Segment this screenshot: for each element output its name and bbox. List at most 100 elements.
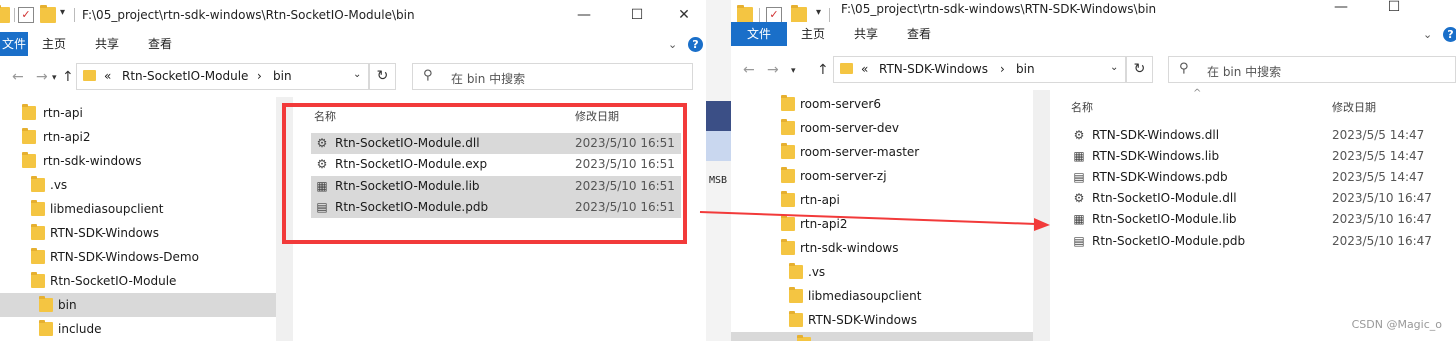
refresh-button[interactable]: ↻ bbox=[1126, 56, 1153, 83]
tree-item[interactable]: RTN-SDK-Windows bbox=[731, 308, 1033, 332]
address-bar[interactable]: « RTN-SDK-Windows › bin ⌄ bbox=[833, 56, 1126, 83]
tree-item[interactable]: libmediasoupclient bbox=[0, 197, 276, 221]
minimize-button[interactable]: — bbox=[1327, 0, 1355, 18]
breadcrumb-item[interactable]: bin bbox=[1016, 62, 1035, 76]
navigation-pane: rtn-api rtn-api2 rtn-sdk-windows .vs lib… bbox=[0, 97, 276, 341]
new-folder-icon[interactable] bbox=[40, 5, 56, 23]
back-arrow-icon[interactable]: ← bbox=[12, 69, 24, 85]
tree-item[interactable]: libmediasoupclient bbox=[731, 284, 1033, 308]
breadcrumb-item[interactable]: Rtn-SocketIO-Module bbox=[122, 69, 248, 83]
tab-view[interactable]: 查看 bbox=[148, 32, 172, 56]
tree-item[interactable]: include bbox=[0, 317, 276, 341]
folder-icon bbox=[840, 63, 853, 74]
search-placeholder: 在 bin 中搜索 bbox=[1207, 65, 1282, 79]
tree-item[interactable]: rtn-api2 bbox=[731, 212, 1033, 236]
properties-icon[interactable]: ✓ bbox=[766, 7, 782, 23]
new-folder-icon[interactable] bbox=[791, 5, 807, 23]
breadcrumb-overflow[interactable]: « bbox=[861, 62, 868, 76]
scrollbar[interactable] bbox=[1033, 90, 1050, 341]
recent-locations-icon[interactable]: ▾ bbox=[791, 66, 796, 76]
file-row[interactable]: ▦ Rtn-SocketIO-Module.lib 2023/5/10 16:4… bbox=[1068, 209, 1456, 230]
file-name: Rtn-SocketIO-Module.lib bbox=[1092, 212, 1237, 226]
right-explorer-window: ✓ ▾ F:\05_project\rtn-sdk-windows\RTN-SD… bbox=[731, 0, 1456, 341]
tree-item[interactable]: RTN-SDK-Windows-Demo bbox=[0, 245, 276, 269]
tree-item-label: Rtn-SocketIO-Module bbox=[50, 274, 177, 288]
file-row[interactable]: ▤ Rtn-SocketIO-Module.pdb 2023/5/10 16:4… bbox=[1068, 231, 1456, 252]
tree-item[interactable]: Rtn-SocketIO-Module bbox=[0, 269, 276, 293]
breadcrumb-item[interactable]: bin bbox=[273, 69, 292, 83]
tree-item[interactable]: room-server-zj bbox=[731, 164, 1033, 188]
maximize-button[interactable]: ☐ bbox=[1380, 0, 1408, 18]
maximize-button[interactable]: ☐ bbox=[623, 4, 651, 26]
chevron-down-icon[interactable]: ⌄ bbox=[668, 38, 677, 51]
tab-share[interactable]: 共享 bbox=[854, 22, 878, 46]
tree-item[interactable]: rtn-api bbox=[731, 188, 1033, 212]
folder-icon bbox=[781, 143, 795, 159]
tree-item-selected[interactable]: bin bbox=[0, 293, 276, 317]
tree-item-label: RTN-SDK-Windows bbox=[808, 313, 917, 327]
window-title: F:\05_project\rtn-sdk-windows\Rtn-Socket… bbox=[82, 8, 415, 22]
forward-arrow-icon[interactable]: → bbox=[767, 62, 779, 78]
tree-item[interactable]: rtn-sdk-windows bbox=[0, 149, 276, 173]
tree-item[interactable]: room-server6 bbox=[731, 92, 1033, 116]
tree-item[interactable]: rtn-sdk-windows bbox=[731, 236, 1033, 260]
tree-item[interactable]: RTN-SDK-Windows bbox=[0, 221, 276, 245]
up-arrow-icon[interactable]: ↑ bbox=[62, 69, 74, 85]
tab-file[interactable]: 文件 bbox=[731, 22, 787, 46]
tree-item-label: room-server-dev bbox=[800, 121, 900, 135]
file-date: 2023/5/5 14:47 bbox=[1332, 170, 1425, 184]
chevron-down-icon[interactable]: ▾ bbox=[816, 7, 821, 18]
breadcrumb-item[interactable]: RTN-SDK-Windows bbox=[879, 62, 988, 76]
folder-icon bbox=[0, 5, 10, 23]
chevron-down-icon[interactable]: ⌄ bbox=[353, 69, 361, 80]
tree-item-label: RTN-SDK-Windows-Demo bbox=[50, 250, 199, 264]
recent-locations-icon[interactable]: ▾ bbox=[52, 73, 57, 83]
tree-item[interactable]: room-server-dev bbox=[731, 116, 1033, 140]
file-row[interactable]: ▦ RTN-SDK-Windows.lib 2023/5/5 14:47 bbox=[1068, 146, 1456, 167]
lib-icon: ▦ bbox=[1073, 149, 1085, 163]
chevron-down-icon[interactable]: ⌄ bbox=[1423, 28, 1432, 41]
refresh-button[interactable]: ↻ bbox=[369, 63, 396, 90]
chevron-down-icon[interactable]: ⌄ bbox=[1110, 62, 1118, 73]
file-name: Rtn-SocketIO-Module.dll bbox=[1092, 191, 1237, 205]
window-title: F:\05_project\rtn-sdk-windows\RTN-SDK-Wi… bbox=[841, 2, 1157, 16]
breadcrumb-separator: › bbox=[257, 69, 262, 83]
tree-item-selected[interactable] bbox=[731, 332, 1033, 341]
navigation-bar: ← → ▾ ↑ « RTN-SDK-Windows › bin ⌄ ↻ ⚲ 在 … bbox=[731, 50, 1456, 90]
help-icon[interactable]: ? bbox=[688, 37, 703, 52]
minimize-button[interactable]: — bbox=[570, 4, 598, 26]
properties-icon[interactable]: ✓ bbox=[18, 7, 34, 23]
back-arrow-icon[interactable]: ← bbox=[743, 62, 755, 78]
tree-item[interactable]: .vs bbox=[0, 173, 276, 197]
tree-item-label: room-server6 bbox=[800, 97, 881, 111]
close-button[interactable]: ✕ bbox=[670, 4, 698, 26]
tab-home[interactable]: 主页 bbox=[801, 22, 825, 46]
column-header-date[interactable]: 修改日期 bbox=[1332, 99, 1376, 115]
file-row[interactable]: ⚙ Rtn-SocketIO-Module.dll 2023/5/10 16:4… bbox=[1068, 188, 1456, 209]
search-input[interactable]: ⚲ 在 bin 中搜索 bbox=[1168, 56, 1456, 83]
lib-icon: ▦ bbox=[1073, 212, 1085, 226]
file-row[interactable]: ⚙ RTN-SDK-Windows.dll 2023/5/5 14:47 bbox=[1068, 125, 1456, 146]
column-header-name[interactable]: 名称 bbox=[1071, 99, 1093, 115]
help-icon[interactable]: ? bbox=[1443, 27, 1456, 42]
tab-view[interactable]: 查看 bbox=[907, 22, 931, 46]
tree-item[interactable]: rtn-api2 bbox=[0, 125, 276, 149]
tab-share[interactable]: 共享 bbox=[95, 32, 119, 56]
chevron-down-icon[interactable]: ▾ bbox=[60, 7, 65, 18]
tree-item[interactable]: rtn-api bbox=[0, 101, 276, 125]
address-bar[interactable]: « Rtn-SocketIO-Module › bin ⌄ bbox=[76, 63, 369, 90]
up-arrow-icon[interactable]: ↑ bbox=[817, 62, 829, 78]
search-input[interactable]: ⚲ 在 bin 中搜索 bbox=[412, 63, 693, 90]
pdb-icon: ▤ bbox=[1073, 234, 1085, 248]
tree-item[interactable]: .vs bbox=[731, 260, 1033, 284]
tree-item[interactable]: room-server-master bbox=[731, 140, 1033, 164]
breadcrumb-overflow[interactable]: « bbox=[104, 69, 111, 83]
tree-item-label: room-server-zj bbox=[800, 169, 887, 183]
tab-home[interactable]: 主页 bbox=[42, 32, 66, 56]
forward-arrow-icon[interactable]: → bbox=[36, 69, 48, 85]
file-row[interactable]: ▤ RTN-SDK-Windows.pdb 2023/5/5 14:47 bbox=[1068, 167, 1456, 188]
dll-icon: ⚙ bbox=[1073, 191, 1085, 205]
tab-file[interactable]: 文件 bbox=[0, 32, 28, 56]
file-list: ^ 名称 修改日期 ⚙ RTN-SDK-Windows.dll 2023/5/5… bbox=[1050, 88, 1456, 341]
file-name: RTN-SDK-Windows.pdb bbox=[1092, 170, 1228, 184]
